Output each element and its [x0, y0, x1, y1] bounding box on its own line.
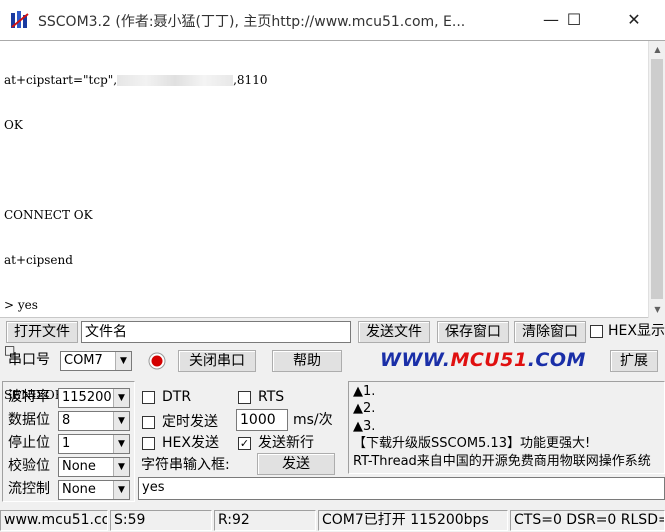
- dtr-label: DTR: [162, 389, 192, 405]
- redacted-ip: [117, 75, 234, 86]
- close-button[interactable]: ✕: [611, 0, 657, 40]
- status-signals: CTS=0 DSR=0 RLSD=0: [510, 510, 665, 531]
- app-icon: [11, 11, 29, 28]
- send-button[interactable]: 发送: [257, 453, 335, 475]
- terminal-output: at+cipstart="tcp", ,8110 OK CONNECT OK at…: [4, 43, 267, 433]
- close-icon: ✕: [627, 10, 641, 29]
- close-port-button[interactable]: 关闭串口: [178, 350, 256, 372]
- flow-control-select[interactable]: None ▼: [58, 480, 130, 500]
- dtr-checkbox[interactable]: [142, 391, 155, 404]
- stop-bits-select[interactable]: 1 ▼: [58, 434, 130, 454]
- send-input[interactable]: yes: [138, 477, 665, 500]
- baud-select[interactable]: 115200 ▼: [58, 388, 130, 408]
- status-received-count: R:92: [214, 510, 316, 531]
- string-input-label: 字符串输入框:: [141, 457, 230, 473]
- checkmark-icon: ✓: [239, 437, 250, 450]
- info-line[interactable]: 【下载升级版SSCOM5.13】功能更强大!: [353, 435, 590, 453]
- send-newline-checkbox[interactable]: ✓: [238, 437, 251, 450]
- hex-display-label: HEX显示: [608, 323, 665, 339]
- stop-bits-label: 停止位: [8, 435, 50, 451]
- terminal-line: > yes: [4, 298, 38, 312]
- vertical-scrollbar[interactable]: ▲ ▼: [648, 41, 665, 318]
- parity-label: 校验位: [8, 458, 50, 474]
- port-select[interactable]: COM7 ▼: [60, 351, 132, 371]
- send-newline-label: 发送新行: [258, 435, 314, 451]
- status-website[interactable]: www.mcu51.com: [0, 510, 108, 531]
- timed-send-label: 定时发送: [162, 414, 218, 430]
- info-line[interactable]: RT-Thread来自中国的开源免费商用物联网操作系统: [353, 453, 651, 471]
- status-bar: www.mcu51.com S:59 R:92 COM7已打开 115200bp…: [0, 508, 665, 532]
- hex-send-checkbox[interactable]: [142, 437, 155, 450]
- chevron-down-icon: ▼: [113, 389, 129, 407]
- clear-window-button[interactable]: 清除窗口: [514, 321, 586, 343]
- info-line[interactable]: ▲3.: [353, 418, 375, 436]
- receive-area[interactable]: at+cipstart="tcp", ,8110 OK CONNECT OK at…: [0, 40, 665, 402]
- mcu51-logo[interactable]: WWW.MCU51.COM: [380, 349, 586, 371]
- help-button[interactable]: 帮助: [272, 350, 342, 372]
- terminal-line: at+cipsend: [4, 253, 73, 267]
- chevron-down-icon: ▼: [115, 352, 131, 370]
- timed-send-checkbox[interactable]: [142, 416, 155, 429]
- scroll-up-icon[interactable]: ▲: [649, 41, 665, 58]
- rts-label: RTS: [258, 389, 285, 405]
- expand-button[interactable]: 扩展: [610, 350, 658, 372]
- terminal-line: at+cipstart="tcp", ,8110: [4, 73, 268, 87]
- flow-control-label: 流控制: [8, 481, 50, 497]
- interval-unit: ms/次: [293, 412, 333, 428]
- send-file-button[interactable]: 发送文件: [358, 321, 430, 343]
- info-line[interactable]: ▲2.: [353, 400, 375, 418]
- title-bar: SSCOM3.2 (作者:聂小猛(丁丁), 主页http://www.mcu51…: [0, 0, 665, 40]
- maximize-button[interactable]: ☐: [551, 0, 597, 40]
- maximize-icon: ☐: [566, 10, 582, 29]
- data-bits-select[interactable]: 8 ▼: [58, 411, 130, 431]
- port-value: COM7: [64, 353, 103, 368]
- scroll-down-icon[interactable]: ▼: [649, 301, 665, 318]
- data-bits-label: 数据位: [8, 412, 50, 428]
- hex-display-checkbox[interactable]: [590, 325, 603, 338]
- hex-send-label: HEX发送: [162, 435, 219, 451]
- window-title: SSCOM3.2 (作者:聂小猛(丁丁), 主页http://www.mcu51…: [38, 14, 466, 30]
- baud-label: 波特率: [8, 389, 50, 405]
- save-window-button[interactable]: 保存窗口: [437, 321, 509, 343]
- chevron-down-icon: ▼: [113, 412, 129, 430]
- chevron-down-icon: ▼: [113, 458, 129, 476]
- scrollbar-thumb[interactable]: [651, 59, 663, 299]
- terminal-line: CONNECT OK: [4, 208, 93, 222]
- open-file-button[interactable]: 打开文件: [6, 321, 78, 343]
- parity-select[interactable]: None ▼: [58, 457, 130, 477]
- rts-checkbox[interactable]: [238, 391, 251, 404]
- chevron-down-icon: ▼: [113, 481, 129, 499]
- chevron-down-icon: ▼: [113, 435, 129, 453]
- terminal-line: OK: [4, 118, 23, 132]
- port-label: 串口号: [8, 352, 50, 368]
- interval-input[interactable]: 1000: [236, 409, 288, 431]
- port-open-indicator-icon: [148, 352, 166, 370]
- file-name-input[interactable]: 文件名: [81, 321, 351, 343]
- status-port-state: COM7已打开 115200bps: [318, 510, 508, 531]
- info-line[interactable]: ▲1.: [353, 383, 375, 401]
- status-sent-count: S:59: [110, 510, 212, 531]
- info-panel: ▲1. ▲2. ▲3. 【下载升级版SSCOM5.13】功能更强大! RT-Th…: [348, 381, 665, 474]
